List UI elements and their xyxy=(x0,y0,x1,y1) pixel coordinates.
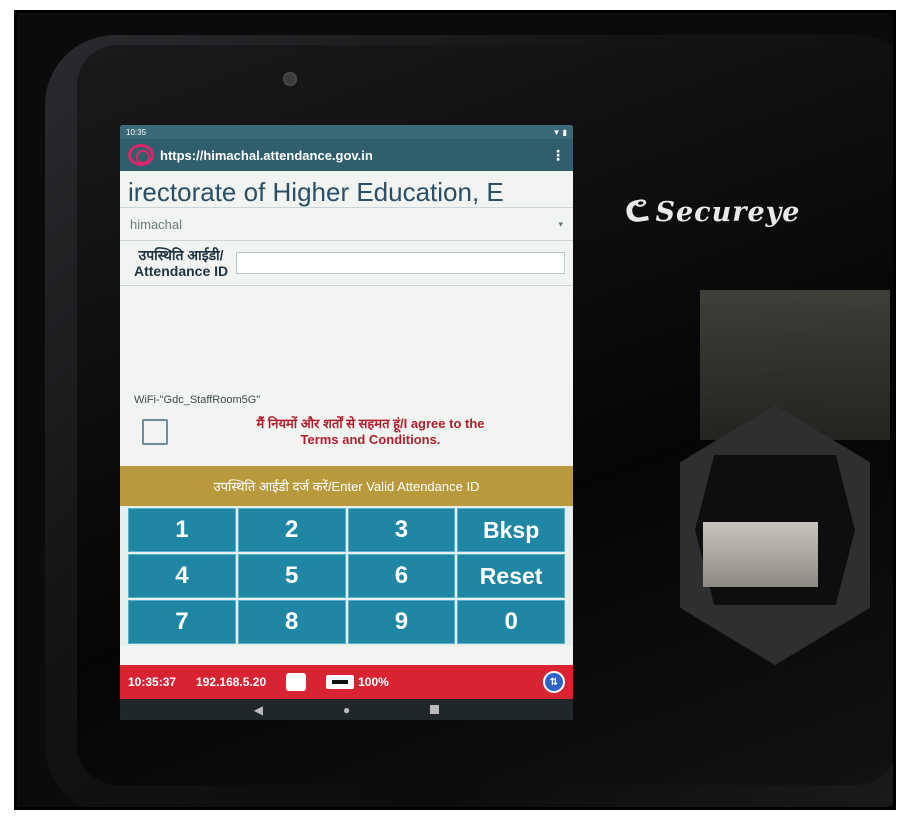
fingerprint-sensor-glass[interactable] xyxy=(703,522,818,587)
wifi-status: WiFi-"Gdc_StaffRoom5G" xyxy=(134,394,261,406)
battery-level: 100% xyxy=(358,675,389,689)
key-1[interactable]: 1 xyxy=(128,508,236,552)
terms-checkbox[interactable] xyxy=(142,419,168,445)
android-nav-bar: ◀ ● xyxy=(120,699,573,720)
device-clock: 10:35:37 xyxy=(128,675,177,689)
battery-icon xyxy=(326,675,355,689)
terms-text-line2: Terms and Conditions. xyxy=(300,432,441,447)
status-bar: 10:35 ▼ ▮ xyxy=(120,125,573,139)
device-ip: 192.168.5.20 xyxy=(196,675,267,689)
key-6[interactable]: 6 xyxy=(347,554,456,598)
key-3[interactable]: 3 xyxy=(347,508,456,552)
sync-icon[interactable]: ⇅ xyxy=(543,671,565,693)
chevron-down-icon: ▾ xyxy=(558,218,563,229)
page-title: irectorate of Higher Education, E xyxy=(120,171,573,208)
key-7[interactable]: 7 xyxy=(128,600,236,644)
key-9[interactable]: 9 xyxy=(347,600,456,644)
terms-row: मैं नियमों और शर्तों से सहमत हूं/I agree… xyxy=(120,408,573,456)
key-4[interactable]: 4 xyxy=(128,554,236,598)
attendance-id-row: उपस्थिति आईडी/ Attendance ID xyxy=(120,241,573,286)
terms-text-line1: मैं नियमों और शर्तों से सहमत हूं/I agree… xyxy=(256,416,485,431)
back-icon[interactable]: ◀ xyxy=(254,703,263,717)
url-text[interactable]: https://himachal.attendance.gov.in xyxy=(160,148,551,163)
organization-select-value: himachal xyxy=(130,216,183,232)
backspace-button[interactable]: Bksp xyxy=(457,508,565,552)
brand-name: Secureye xyxy=(655,197,801,228)
status-time: 10:35 xyxy=(126,127,147,137)
device-screen: 10:35 ▼ ▮ https://himachal.attendance.go… xyxy=(120,125,573,720)
battery-status: 100% xyxy=(326,675,389,689)
brand-logo: ᕦ Secureye xyxy=(622,194,801,231)
status-icons: ▼ ▮ xyxy=(552,127,567,137)
organization-select[interactable]: himachal ▾ xyxy=(120,208,573,241)
attendance-id-label-english: Attendance ID xyxy=(134,263,229,279)
fingerprint-logo-icon xyxy=(128,144,154,166)
attendance-id-label-hindi: उपस्थिति आईडी/ xyxy=(138,247,224,263)
key-0[interactable]: 0 xyxy=(457,600,565,644)
home-icon[interactable]: ● xyxy=(343,703,350,717)
device-status-bar: 10:35:37 192.168.5.20 100% ⇅ xyxy=(120,665,573,699)
attendance-id-label: उपस्थिति आईडी/ Attendance ID xyxy=(134,247,228,279)
browser-url-bar[interactable]: https://himachal.attendance.gov.in ⋮ xyxy=(120,139,573,171)
thumbs-up-icon xyxy=(286,673,307,691)
key-8[interactable]: 8 xyxy=(237,600,346,644)
recents-icon[interactable] xyxy=(430,705,440,714)
overflow-menu-icon[interactable]: ⋮ xyxy=(551,147,565,164)
validation-message-bar: उपस्थिति आईडी दर्ज करें/Enter Valid Atte… xyxy=(120,466,573,506)
front-camera xyxy=(283,72,297,86)
terms-text: मैं नियमों और शर्तों से सहमत हूं/I agree… xyxy=(178,416,563,448)
brand-swoosh-icon: ᕦ xyxy=(622,194,653,231)
attendance-id-input[interactable] xyxy=(236,252,565,274)
key-2[interactable]: 2 xyxy=(237,508,346,552)
reset-button[interactable]: Reset xyxy=(457,554,565,598)
content-blank-area xyxy=(120,286,573,394)
numeric-keypad: 1 2 3 Bksp 4 5 6 Reset 7 8 9 0 xyxy=(120,506,573,646)
key-5[interactable]: 5 xyxy=(237,554,346,598)
